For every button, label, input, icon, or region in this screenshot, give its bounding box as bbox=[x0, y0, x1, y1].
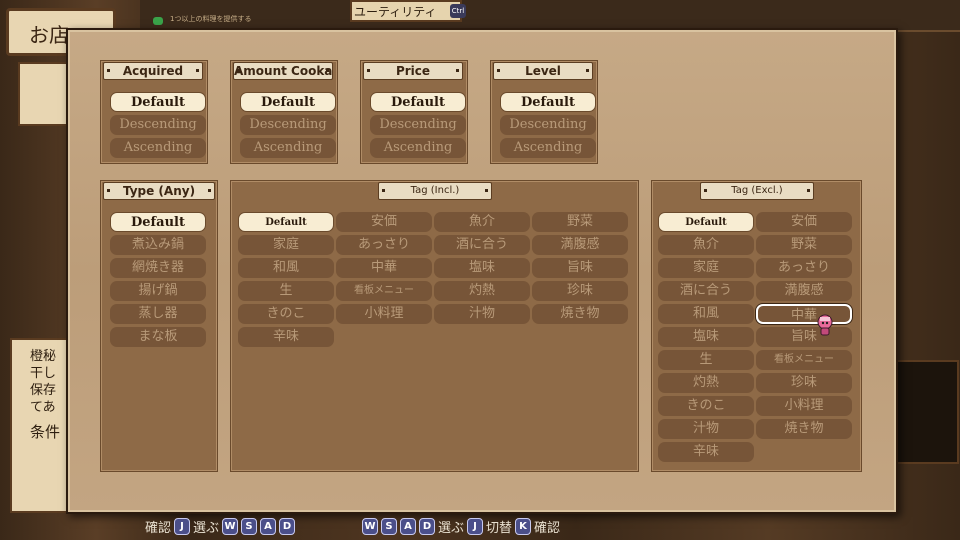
sort-header[interactable]: Price bbox=[363, 62, 463, 80]
desc-line: 保存 bbox=[30, 383, 57, 398]
footer-hints-left: 確認 J 選ぶ W S A D bbox=[145, 514, 296, 538]
tag-exclude-button[interactable]: 珍味 bbox=[756, 373, 852, 393]
tag-exclude-button[interactable]: 塩味 bbox=[658, 327, 754, 347]
desc-line: 干し bbox=[30, 366, 57, 381]
tag-include-button[interactable]: Default bbox=[238, 212, 334, 232]
sort-option-button[interactable]: Default bbox=[500, 92, 596, 112]
confirm-label: 確認 bbox=[145, 520, 172, 536]
tag-include-button[interactable]: 家庭 bbox=[238, 235, 334, 255]
tag-exclude-button[interactable]: 汁物 bbox=[658, 419, 754, 439]
tag-include-header[interactable]: Tag (Incl.) bbox=[378, 182, 492, 200]
tag-exclude-button[interactable]: 小料理 bbox=[756, 396, 852, 416]
tag-include-button[interactable]: 中華 bbox=[336, 258, 432, 278]
tag-exclude-button[interactable]: Default bbox=[658, 212, 754, 232]
type-option-button[interactable]: 煮込み鍋 bbox=[110, 235, 206, 255]
tag-include-button[interactable]: 野菜 bbox=[532, 212, 628, 232]
tag-include-button[interactable]: 塩味 bbox=[434, 258, 530, 278]
tag-include-button[interactable]: 生 bbox=[238, 281, 334, 301]
a-key-icon: A bbox=[260, 517, 277, 535]
desc-line: 条件 bbox=[30, 423, 61, 441]
desc-line: 橙秘 bbox=[30, 349, 57, 364]
tag-include-button[interactable]: 珍味 bbox=[532, 281, 628, 301]
sort-option-button[interactable]: Descending bbox=[110, 115, 206, 135]
sort-option-button[interactable]: Descending bbox=[240, 115, 336, 135]
type-option-button[interactable]: 揚げ鍋 bbox=[110, 281, 206, 301]
dish-card bbox=[18, 62, 68, 126]
tag-exclude-button[interactable]: 家庭 bbox=[658, 258, 754, 278]
sort-header[interactable]: Amount Cookable bbox=[233, 62, 333, 80]
tag-exclude-button[interactable]: 野菜 bbox=[756, 235, 852, 255]
w-key-icon: W bbox=[222, 517, 239, 535]
dish-description: 橙秘 干し 保存 てあ 条件 bbox=[10, 338, 70, 513]
sort-option-button[interactable]: Default bbox=[240, 92, 336, 112]
type-header[interactable]: Type (Any) bbox=[103, 182, 215, 200]
type-option-button[interactable]: 網焼き器 bbox=[110, 258, 206, 278]
character-cursor-icon bbox=[817, 314, 833, 336]
tag-include-button[interactable]: きのこ bbox=[238, 304, 334, 324]
tag-include-button[interactable]: 酒に合う bbox=[434, 235, 530, 255]
sort-header[interactable]: Acquired bbox=[103, 62, 203, 80]
sort-header[interactable]: Level bbox=[493, 62, 593, 80]
tag-exclude-button[interactable]: きのこ bbox=[658, 396, 754, 416]
tag-exclude-button[interactable]: 魚介 bbox=[658, 235, 754, 255]
j-key-icon: J bbox=[174, 517, 191, 535]
sort-option-button[interactable]: Ascending bbox=[370, 138, 466, 158]
tag-include-button[interactable]: 魚介 bbox=[434, 212, 530, 232]
type-option-button[interactable]: 蒸し器 bbox=[110, 304, 206, 324]
toggle-label: 切替 bbox=[486, 520, 513, 536]
tag-exclude-button[interactable]: 旨味 bbox=[756, 327, 852, 347]
tag-exclude-button[interactable]: 満腹感 bbox=[756, 281, 852, 301]
confirm-label: 確認 bbox=[534, 520, 561, 536]
objective-hint: 1つ以上の料理を提供する bbox=[170, 15, 252, 23]
a-key-icon: A bbox=[400, 517, 416, 535]
tag-exclude-button[interactable]: 辛味 bbox=[658, 442, 754, 462]
tag-exclude-button[interactable]: 灼熱 bbox=[658, 373, 754, 393]
tag-include-button[interactable]: 灼熱 bbox=[434, 281, 530, 301]
sort-option-button[interactable]: Descending bbox=[500, 115, 596, 135]
sort-option-button[interactable]: Ascending bbox=[110, 138, 206, 158]
tag-exclude-button[interactable]: 看板メニュー bbox=[756, 350, 852, 370]
sort-option-button[interactable]: Default bbox=[110, 92, 206, 112]
tag-include-button[interactable]: 看板メニュー bbox=[336, 281, 432, 301]
select-label: 選ぶ bbox=[193, 520, 220, 536]
select-label: 選ぶ bbox=[438, 520, 465, 536]
w-key-icon: W bbox=[362, 517, 378, 535]
ctrl-key-icon: Ctrl bbox=[450, 4, 466, 18]
d-key-icon: D bbox=[419, 517, 435, 535]
tag-exclude-button[interactable]: 焼き物 bbox=[756, 419, 852, 439]
tag-exclude-button[interactable]: 安価 bbox=[756, 212, 852, 232]
tag-exclude-button[interactable]: 生 bbox=[658, 350, 754, 370]
tag-include-button[interactable]: 小料理 bbox=[336, 304, 432, 324]
s-key-icon: S bbox=[241, 517, 258, 535]
tag-include-button[interactable]: 満腹感 bbox=[532, 235, 628, 255]
tag-exclude-button[interactable]: 中華 bbox=[756, 304, 852, 324]
tag-exclude-header[interactable]: Tag (Excl.) bbox=[700, 182, 814, 200]
sort-option-button[interactable]: Ascending bbox=[240, 138, 336, 158]
tag-exclude-button[interactable]: 和風 bbox=[658, 304, 754, 324]
k-key-icon: K bbox=[515, 517, 532, 535]
sort-option-button[interactable]: Default bbox=[370, 92, 466, 112]
tag-include-button[interactable]: 和風 bbox=[238, 258, 334, 278]
tag-include-button[interactable]: 汁物 bbox=[434, 304, 530, 324]
tag-include-button[interactable]: 旨味 bbox=[532, 258, 628, 278]
tag-exclude-button[interactable]: あっさり bbox=[756, 258, 852, 278]
side-panel bbox=[895, 360, 959, 464]
footer-hints-right: W S A D 選ぶ J 切替 K 確認 bbox=[362, 514, 560, 538]
tag-include-button[interactable]: 辛味 bbox=[238, 327, 334, 347]
tag-include-button[interactable]: 安価 bbox=[336, 212, 432, 232]
sort-option-button[interactable]: Descending bbox=[370, 115, 466, 135]
j-key-icon: J bbox=[467, 517, 484, 535]
hint-check-icon bbox=[153, 17, 163, 25]
tag-include-button[interactable]: 焼き物 bbox=[532, 304, 628, 324]
sort-option-button[interactable]: Ascending bbox=[500, 138, 596, 158]
type-option-button[interactable]: Default bbox=[110, 212, 206, 232]
d-key-icon: D bbox=[279, 517, 296, 535]
utility-tab[interactable]: ユーティリティ bbox=[350, 0, 462, 22]
tag-exclude-button[interactable]: 酒に合う bbox=[658, 281, 754, 301]
s-key-icon: S bbox=[381, 517, 397, 535]
desc-line: てあ bbox=[30, 400, 56, 415]
type-option-button[interactable]: まな板 bbox=[110, 327, 206, 347]
tag-include-button[interactable]: あっさり bbox=[336, 235, 432, 255]
